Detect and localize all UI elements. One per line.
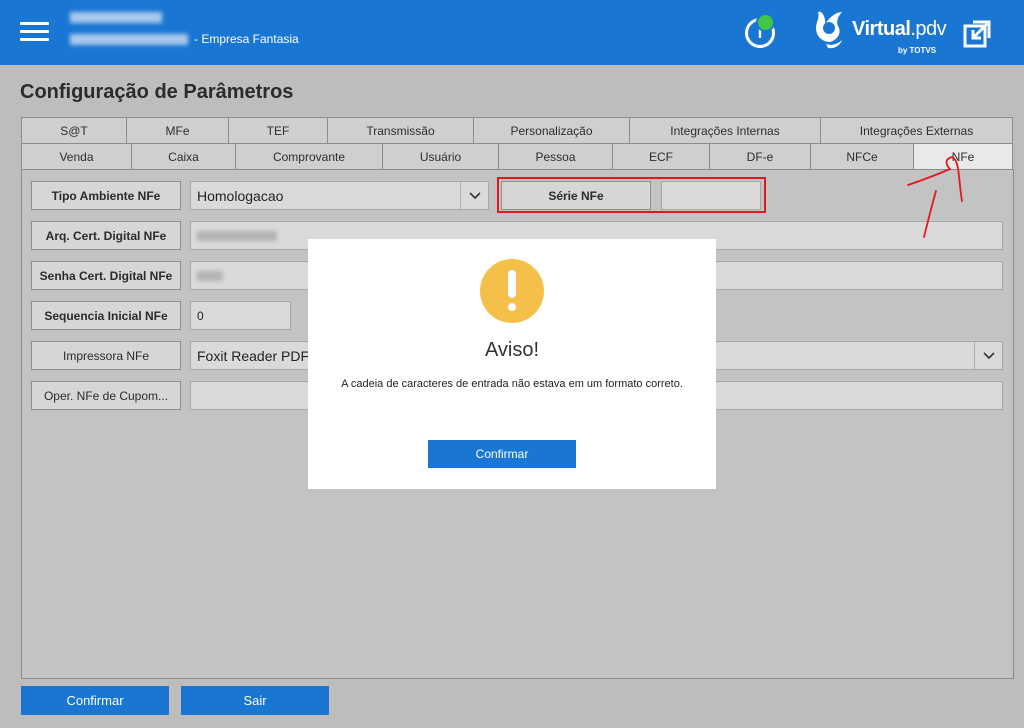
tab-nfce[interactable]: NFCe [810, 143, 914, 169]
sequencia-input[interactable]: 0 [190, 301, 291, 330]
tab-integracoes-externas[interactable]: Integrações Externas [820, 117, 1013, 143]
company-name: - Empresa Fantasia [194, 32, 299, 46]
chevron-down-icon[interactable] [460, 182, 488, 209]
tab-usuario[interactable]: Usuário [382, 143, 499, 169]
senha-cert-label[interactable]: Senha Cert. Digital NFe [31, 261, 181, 290]
tab-transmissao[interactable]: Transmissão [327, 117, 474, 143]
tabs-row-bottom: Venda Caixa Comprovante Usuário Pessoa E… [21, 143, 1013, 170]
alert-dialog: Aviso! A cadeia de caracteres de entrada… [308, 239, 716, 489]
tipo-ambiente-label[interactable]: Tipo Ambiente NFe [31, 181, 181, 210]
dialog-message: A cadeia de caracteres de entrada não es… [341, 378, 683, 390]
tab-pessoa[interactable]: Pessoa [498, 143, 613, 169]
menu-icon[interactable] [20, 22, 49, 42]
online-status-icon [756, 13, 775, 32]
user-info: - Empresa Fantasia [70, 12, 299, 46]
chevron-down-icon[interactable] [974, 342, 1002, 369]
tipo-ambiente-value: Homologacao [197, 187, 284, 204]
user-id-redacted [70, 33, 188, 45]
logo-mark-icon [816, 11, 842, 49]
warning-icon [480, 259, 544, 323]
user-name-redacted [70, 12, 162, 23]
tab-caixa[interactable]: Caixa [131, 143, 236, 169]
tipo-ambiente-select[interactable]: Homologacao [190, 181, 489, 210]
exit-button[interactable]: Sair [181, 686, 329, 715]
confirm-button[interactable]: Confirmar [21, 686, 169, 715]
tab-mfe[interactable]: MFe [126, 117, 229, 143]
tab-integracoes-internas[interactable]: Integrações Internas [629, 117, 821, 143]
sequencia-label[interactable]: Sequencia Inicial NFe [31, 301, 181, 330]
dialog-confirm-button[interactable]: Confirmar [428, 440, 576, 468]
tabs-row-top: S@T MFe TEF Transmissão Personalização I… [21, 117, 1013, 143]
window-restore-icon[interactable] [963, 18, 993, 48]
tab-comprovante[interactable]: Comprovante [235, 143, 383, 169]
tab-tef[interactable]: TEF [228, 117, 328, 143]
impressora-label[interactable]: Impressora NFe [31, 341, 181, 370]
virtual-pdv-logo: Virtual.pdv by TOTVS [812, 6, 952, 60]
tab-venda[interactable]: Venda [21, 143, 132, 169]
tab-dfe[interactable]: DF-e [709, 143, 811, 169]
oper-nfe-label[interactable]: Oper. NFe de Cupom... [31, 381, 181, 410]
page-title: Configuração de Parâmetros [20, 81, 294, 103]
senha-cert-value-redacted [197, 270, 223, 281]
impressora-value: Foxit Reader PDF [197, 347, 310, 364]
tab-personalizacao[interactable]: Personalização [473, 117, 630, 143]
arq-cert-value-redacted [197, 230, 277, 241]
tab-ecf[interactable]: ECF [612, 143, 710, 169]
tab-sat[interactable]: S@T [21, 117, 127, 143]
dialog-title: Aviso! [484, 339, 540, 361]
annotation-highlight-box [497, 177, 766, 213]
arq-cert-label[interactable]: Arq. Cert. Digital NFe [31, 221, 181, 250]
annotation-arrow-icon [907, 156, 963, 238]
app-header: - Empresa Fantasia i Virtual.pdv by TOTV… [0, 0, 1024, 65]
